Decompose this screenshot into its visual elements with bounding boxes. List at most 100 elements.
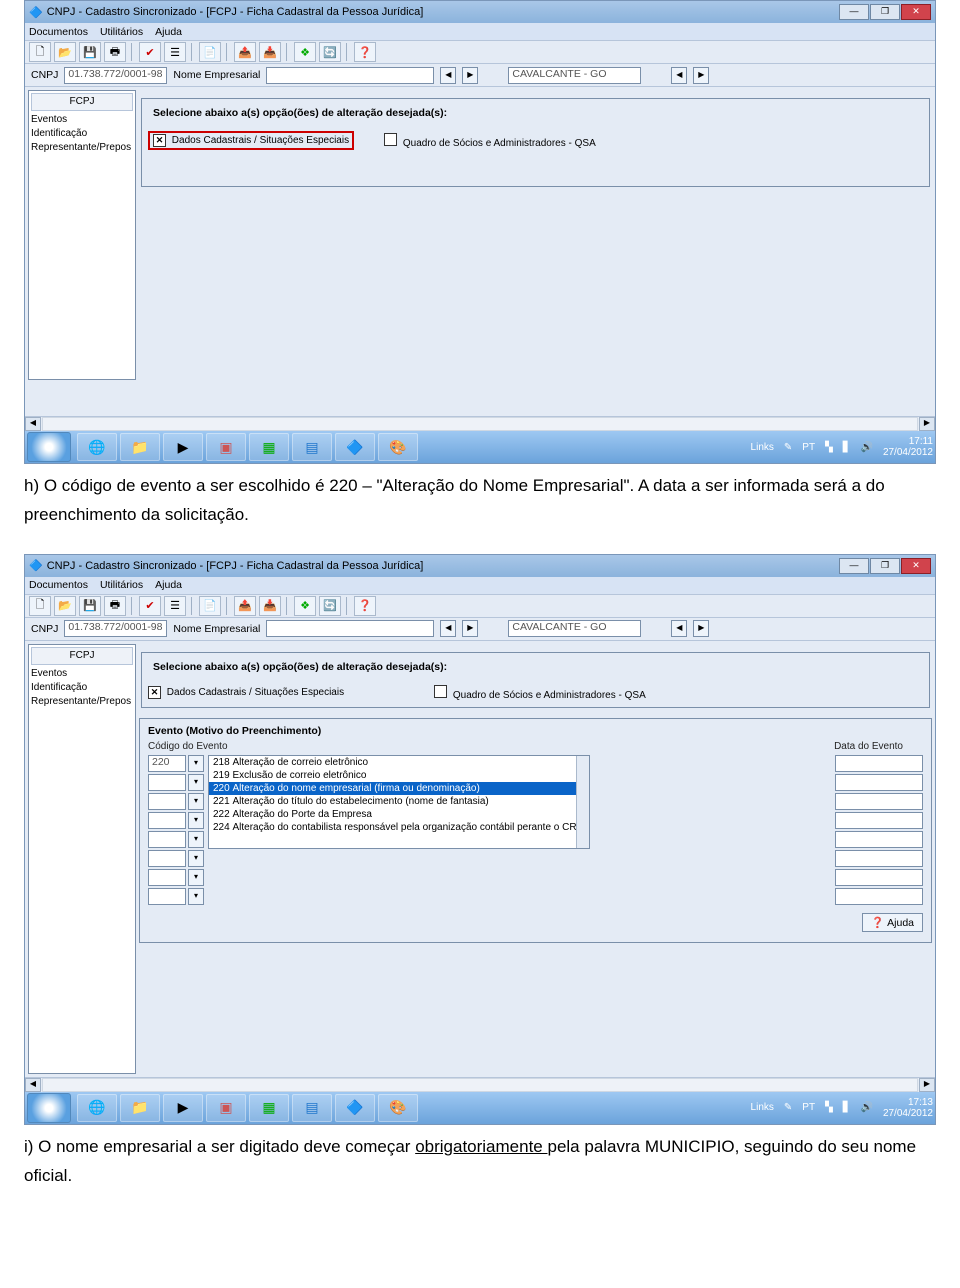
municipio-field[interactable]: CAVALCANTE - GO bbox=[508, 620, 641, 637]
codigo-input-5[interactable] bbox=[148, 831, 186, 848]
data-input-2[interactable] bbox=[835, 774, 923, 791]
taskbar-app-icon[interactable]: 🔷 bbox=[335, 433, 375, 461]
dropdown-icon[interactable]: ▾ bbox=[188, 850, 204, 867]
dropdown-icon[interactable]: ▾ bbox=[188, 755, 204, 772]
data-input-6[interactable] bbox=[835, 850, 923, 867]
check-icon[interactable]: ✔ bbox=[139, 596, 161, 616]
horizontal-scrollbar[interactable]: ◀▶ bbox=[25, 1077, 935, 1092]
export-icon[interactable]: 📤 bbox=[234, 42, 256, 62]
prev-icon[interactable]: ◀ bbox=[440, 620, 456, 637]
refresh-icon[interactable]: 🔄 bbox=[319, 42, 341, 62]
tray-clock[interactable]: 17:1127/04/2012 bbox=[883, 436, 933, 458]
checkbox-dados-cadastrais[interactable]: ✕ bbox=[153, 134, 166, 147]
taskbar-media-icon[interactable]: ▶ bbox=[163, 1094, 203, 1122]
taskbar-explorer-icon[interactable]: 📁 bbox=[120, 1094, 160, 1122]
taskbar-links-label[interactable]: Links bbox=[751, 442, 774, 453]
tray-net-icon[interactable]: ▋ bbox=[843, 442, 851, 453]
taskbar-ppt-icon[interactable]: ▣ bbox=[206, 1094, 246, 1122]
data-input-1[interactable] bbox=[835, 755, 923, 772]
open-icon[interactable]: 📂 bbox=[54, 42, 76, 62]
nome-field[interactable] bbox=[266, 67, 434, 84]
new-icon[interactable]: 🗋 bbox=[29, 42, 51, 62]
tray-vol-icon[interactable]: 🔊 bbox=[860, 442, 872, 453]
print-icon[interactable]: 🖶 bbox=[104, 596, 126, 616]
next2-icon[interactable]: ▶ bbox=[693, 620, 709, 637]
dropdown-icon[interactable]: ▾ bbox=[188, 812, 204, 829]
menu-utilitarios[interactable]: Utilitários bbox=[100, 26, 143, 38]
prev2-icon[interactable]: ◀ bbox=[671, 620, 687, 637]
prev2-icon[interactable]: ◀ bbox=[671, 67, 687, 84]
taskbar-lang[interactable]: PT bbox=[802, 1102, 815, 1113]
import-icon[interactable]: 📥 bbox=[259, 596, 281, 616]
tray-flag-icon[interactable]: ▚ bbox=[825, 1102, 833, 1113]
list-icon[interactable]: ☰ bbox=[164, 42, 186, 62]
export-icon[interactable]: 📤 bbox=[234, 596, 256, 616]
checkbox-qsa[interactable] bbox=[384, 133, 397, 146]
sidebar-item-representante[interactable]: Representante/Prepos bbox=[31, 695, 133, 709]
data-input-3[interactable] bbox=[835, 793, 923, 810]
open-icon[interactable]: 📂 bbox=[54, 596, 76, 616]
checkbox-qsa[interactable] bbox=[434, 685, 447, 698]
sidebar-item-eventos[interactable]: Eventos bbox=[31, 667, 133, 681]
data-input-8[interactable] bbox=[835, 888, 923, 905]
sidebar-item-representante[interactable]: Representante/Prepos bbox=[31, 141, 133, 155]
codigo-input-8[interactable] bbox=[148, 888, 186, 905]
dropdown-icon[interactable]: ▾ bbox=[188, 774, 204, 791]
taskbar-word-icon[interactable]: ▤ bbox=[292, 1094, 332, 1122]
minimize-button[interactable]: — bbox=[839, 4, 869, 20]
checkbox-dados-cadastrais[interactable]: ✕ bbox=[148, 686, 161, 699]
tray-flag-icon[interactable]: ▚ bbox=[825, 442, 833, 453]
next2-icon[interactable]: ▶ bbox=[693, 67, 709, 84]
save-icon[interactable]: 💾 bbox=[79, 596, 101, 616]
new-icon[interactable]: 🗋 bbox=[29, 596, 51, 616]
help-icon[interactable]: ❓ bbox=[354, 42, 376, 62]
tray-net-icon[interactable]: ▋ bbox=[843, 1102, 851, 1113]
dropdown-icon[interactable]: ▾ bbox=[188, 793, 204, 810]
next-icon[interactable]: ▶ bbox=[462, 620, 478, 637]
tray-clock[interactable]: 17:1327/04/2012 bbox=[883, 1097, 933, 1119]
taskbar-app-icon[interactable]: 🔷 bbox=[335, 1094, 375, 1122]
start-button-icon[interactable] bbox=[27, 432, 71, 462]
data-input-4[interactable] bbox=[835, 812, 923, 829]
taskbar-ppt-icon[interactable]: ▣ bbox=[206, 433, 246, 461]
horizontal-scrollbar[interactable]: ◀▶ bbox=[25, 416, 935, 431]
menu-ajuda[interactable]: Ajuda bbox=[155, 579, 182, 591]
codigo-input-6[interactable] bbox=[148, 850, 186, 867]
ajuda-button[interactable]: ❓Ajuda bbox=[862, 913, 923, 932]
nome-field[interactable] bbox=[266, 620, 434, 637]
tree-icon[interactable]: ❖ bbox=[294, 596, 316, 616]
dropdown-icon[interactable]: ▾ bbox=[188, 831, 204, 848]
import-icon[interactable]: 📥 bbox=[259, 42, 281, 62]
dropdown-icon[interactable]: ▾ bbox=[188, 888, 204, 905]
taskbar-paint-icon[interactable]: 🎨 bbox=[378, 433, 418, 461]
sidebar-item-eventos[interactable]: Eventos bbox=[31, 113, 133, 127]
close-button[interactable]: ✕ bbox=[901, 4, 931, 20]
menu-documentos[interactable]: Documentos bbox=[29, 26, 88, 38]
taskbar-excel-icon[interactable]: ▦ bbox=[249, 1094, 289, 1122]
taskbar-excel-icon[interactable]: ▦ bbox=[249, 433, 289, 461]
prev-icon[interactable]: ◀ bbox=[440, 67, 456, 84]
menu-documentos[interactable]: Documentos bbox=[29, 579, 88, 591]
taskbar-explorer-icon[interactable]: 📁 bbox=[120, 433, 160, 461]
help-icon[interactable]: ❓ bbox=[354, 596, 376, 616]
sidebar-item-identificacao[interactable]: Identificação bbox=[31, 681, 133, 695]
close-button[interactable]: ✕ bbox=[901, 558, 931, 574]
maximize-button[interactable]: ❐ bbox=[870, 558, 900, 574]
codigo-input-2[interactable] bbox=[148, 774, 186, 791]
taskbar-links-label[interactable]: Links bbox=[751, 1102, 774, 1113]
minimize-button[interactable]: — bbox=[839, 558, 869, 574]
taskbar-lang[interactable]: PT bbox=[802, 442, 815, 453]
tree-icon[interactable]: ❖ bbox=[294, 42, 316, 62]
print-icon[interactable]: 🖶 bbox=[104, 42, 126, 62]
codigo-input-1[interactable]: 220 bbox=[148, 755, 186, 772]
tablet-icon[interactable]: ✎ bbox=[784, 1102, 792, 1113]
refresh-icon[interactable]: 🔄 bbox=[319, 596, 341, 616]
cnpj-field[interactable]: 01.738.772/0001-98 bbox=[64, 67, 167, 84]
menu-utilitarios[interactable]: Utilitários bbox=[100, 579, 143, 591]
menu-ajuda[interactable]: Ajuda bbox=[155, 26, 182, 38]
check-icon[interactable]: ✔ bbox=[139, 42, 161, 62]
taskbar-paint-icon[interactable]: 🎨 bbox=[378, 1094, 418, 1122]
start-button-icon[interactable] bbox=[27, 1093, 71, 1123]
taskbar-word-icon[interactable]: ▤ bbox=[292, 433, 332, 461]
municipio-field[interactable]: CAVALCANTE - GO bbox=[508, 67, 641, 84]
